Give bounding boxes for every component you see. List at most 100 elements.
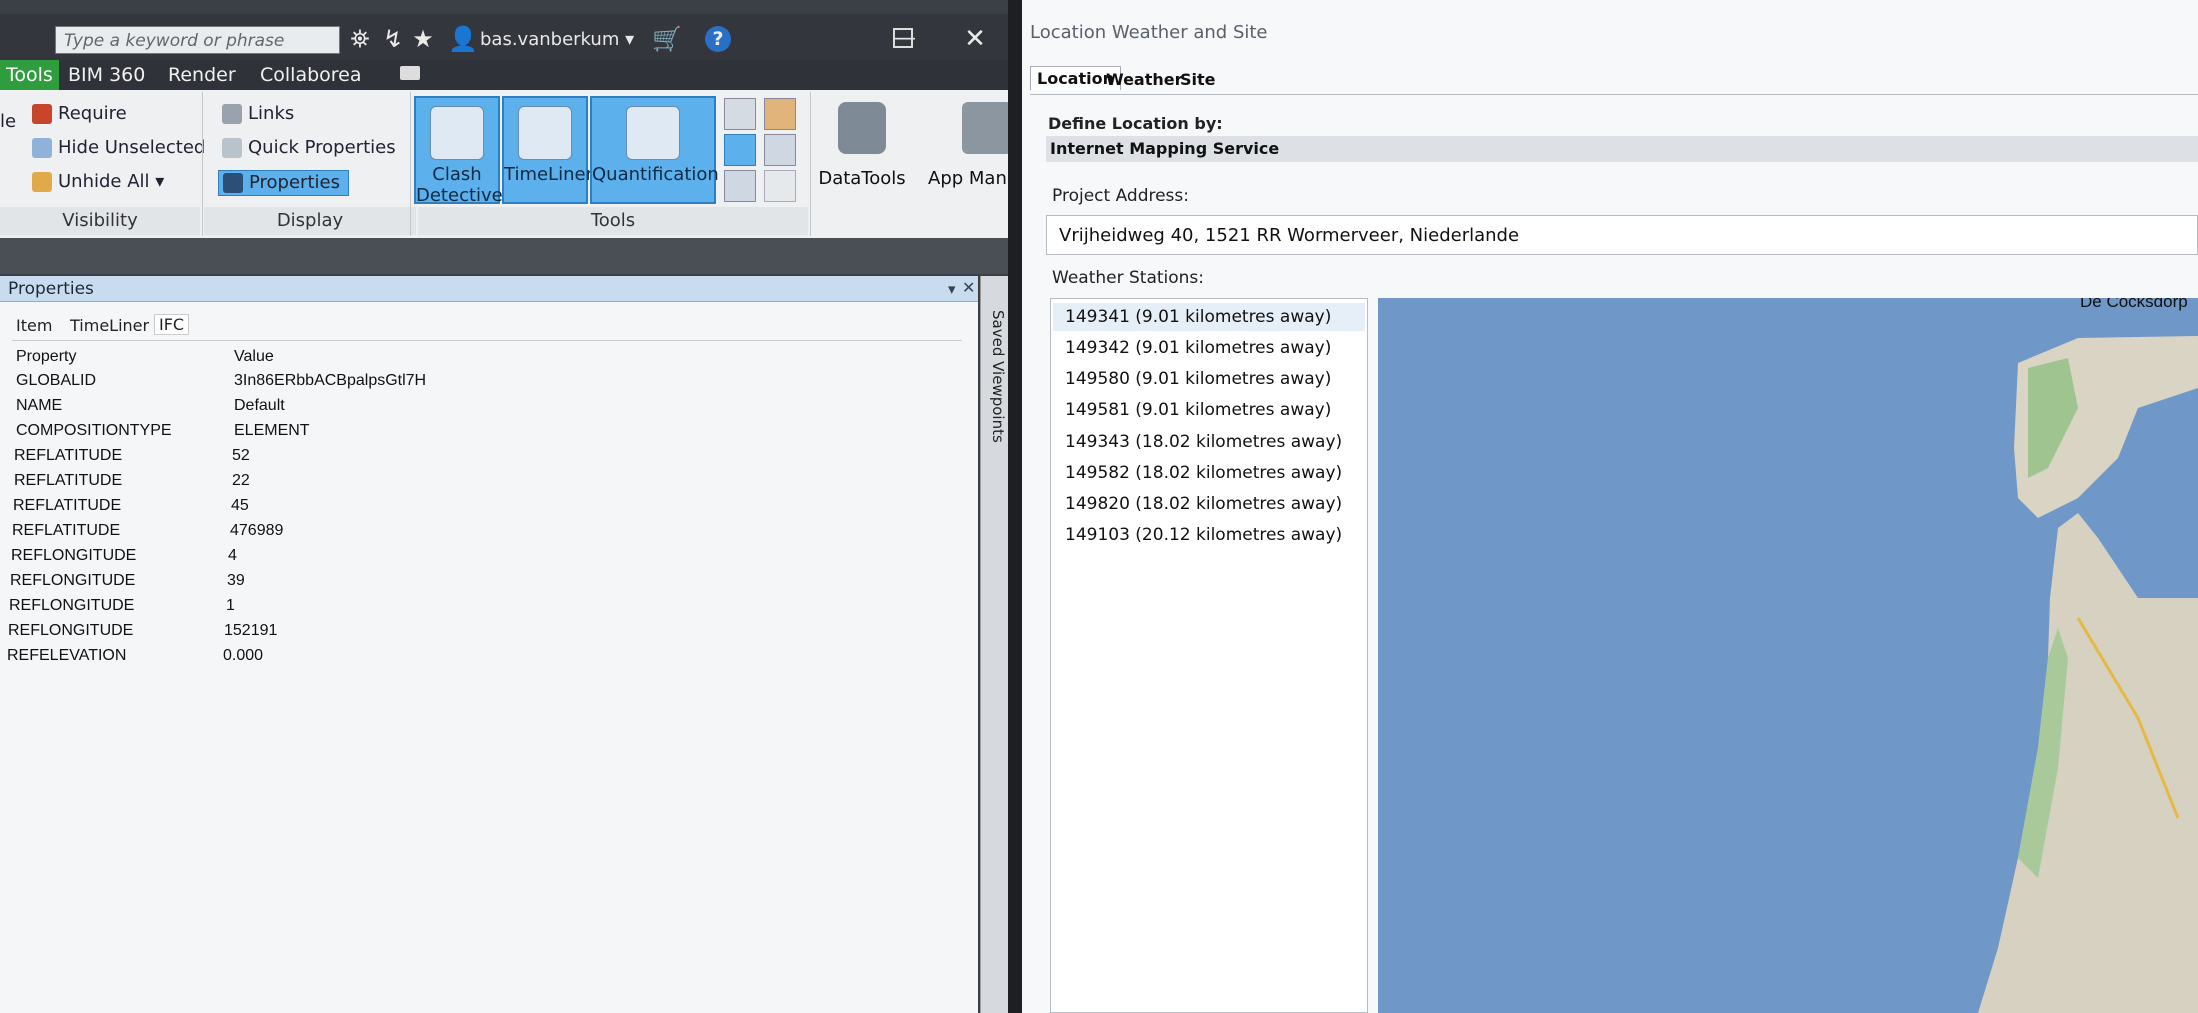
- tool-small-icon[interactable]: [724, 98, 756, 130]
- saved-viewpoints-tab[interactable]: Saved Viewpoints: [980, 276, 1009, 1013]
- list-item[interactable]: 149342 (9.01 kilometres away): [1065, 338, 1331, 358]
- quick-properties-label: Quick Properties: [248, 137, 396, 158]
- quick-properties-button[interactable]: Quick Properties: [222, 136, 396, 160]
- links-icon: [222, 104, 242, 124]
- subscription-icon[interactable]: ↯: [378, 24, 408, 54]
- hide-unselected-label: Hide Unselected: [58, 137, 206, 158]
- toolbar-strip: [0, 238, 1012, 274]
- links-label: Links: [248, 103, 295, 124]
- tab-bim360[interactable]: BIM 360: [58, 60, 155, 90]
- quantification-icon: [626, 106, 680, 160]
- hide-unselected-icon: [32, 138, 52, 158]
- column-header-value: Value: [234, 348, 274, 365]
- property-name: REFLONGITUDE: [10, 572, 136, 589]
- property-value: 476989: [230, 522, 284, 539]
- property-value: 52: [232, 447, 250, 464]
- property-name: REFLATITUDE: [13, 497, 122, 514]
- property-name: REFLONGITUDE: [11, 547, 137, 564]
- weather-stations-list[interactable]: 149341 (9.01 kilometres away) 149342 (9.…: [1050, 298, 1368, 1013]
- tab-timeliner[interactable]: TimeLiner: [70, 316, 149, 335]
- properties-title: Properties: [8, 279, 94, 299]
- binoculars-icon[interactable]: ⛯: [345, 24, 375, 54]
- property-value: 39: [227, 572, 245, 589]
- timeliner-button[interactable]: TimeLiner: [502, 96, 593, 204]
- property-value: 152191: [224, 622, 278, 639]
- timeliner-icon: [518, 106, 572, 160]
- user-menu[interactable]: bas.vanberkum ▾: [480, 26, 634, 54]
- ribbon-options-icon[interactable]: [400, 66, 420, 80]
- property-name: REFLATITUDE: [14, 447, 123, 464]
- project-address-input[interactable]: Vrijheidweg 40, 1521 RR Wormerveer, Nied…: [1046, 215, 2198, 255]
- tool-small-icon[interactable]: [764, 98, 796, 130]
- tab-collaborea[interactable]: Collaborea: [250, 60, 372, 90]
- map-land-shapes: [1978, 336, 2198, 1013]
- tool-small-icon[interactable]: [764, 170, 796, 202]
- list-item[interactable]: 149581 (9.01 kilometres away): [1065, 400, 1331, 420]
- property-name: REFLONGITUDE: [9, 597, 135, 614]
- properties-button[interactable]: Properties: [218, 170, 349, 196]
- close-button[interactable]: ✕: [960, 24, 990, 54]
- property-name: GLOBALID: [16, 372, 97, 389]
- properties-label: Properties: [249, 172, 340, 193]
- tab-ifc[interactable]: IFC: [154, 314, 190, 335]
- quick-properties-icon: [222, 138, 242, 158]
- hide-unselected-button[interactable]: Hide Unselected: [32, 136, 205, 160]
- project-address-label: Project Address:: [1052, 186, 1189, 206]
- property-value: 0.000: [223, 647, 264, 664]
- separator: [410, 92, 411, 236]
- maximize-icon[interactable]: [893, 28, 913, 48]
- datatools-button[interactable]: DataTools: [812, 96, 912, 204]
- user-icon: 👤: [448, 25, 478, 53]
- divider: [1030, 94, 2198, 95]
- tab-render[interactable]: Render: [158, 60, 246, 90]
- property-name: NAME: [16, 397, 63, 414]
- list-item[interactable]: 149580 (9.01 kilometres away): [1065, 369, 1331, 389]
- quantification-button[interactable]: Quantification: [590, 96, 719, 204]
- property-value: 1: [226, 597, 235, 614]
- saved-viewpoints-label: Saved Viewpoints: [989, 310, 1007, 443]
- property-name: REFLATITUDE: [12, 522, 121, 539]
- map-view[interactable]: De Cocksdorp: [1378, 298, 2198, 1013]
- links-button[interactable]: Links: [222, 102, 294, 126]
- pin-icon[interactable]: ▾: [948, 280, 956, 298]
- weather-stations-label: Weather Stations:: [1052, 268, 1205, 288]
- property-value: Default: [234, 397, 285, 414]
- define-location-label: Define Location by:: [1048, 114, 1223, 133]
- clash-detective-button[interactable]: Clash Detective: [414, 96, 503, 206]
- list-item[interactable]: 149103 (20.12 kilometres away): [1065, 525, 1342, 545]
- search-input[interactable]: Type a keyword or phrase: [55, 26, 340, 54]
- define-location-select[interactable]: Internet Mapping Service: [1046, 136, 2198, 162]
- property-value: 3In86ERbbACBpalpsGtl7H: [234, 372, 427, 389]
- require-button[interactable]: Require: [32, 102, 127, 126]
- tool-small-icon[interactable]: [724, 134, 756, 166]
- datatools-label: DataTools: [818, 168, 906, 189]
- cart-icon[interactable]: 🛒: [652, 24, 682, 54]
- list-item[interactable]: 149582 (18.02 kilometres away): [1065, 463, 1342, 483]
- tool-small-icon[interactable]: [764, 134, 796, 166]
- tab-site[interactable]: Site: [1180, 70, 1216, 89]
- dialog-title: Location Weather and Site: [1030, 22, 1268, 43]
- list-item[interactable]: 149343 (18.02 kilometres away): [1065, 432, 1342, 452]
- unhide-all-button[interactable]: Unhide All ▾: [32, 170, 164, 194]
- app-manager-button[interactable]: App Mana: [920, 96, 1012, 204]
- tool-small-icon[interactable]: [724, 170, 756, 202]
- property-name: REFLATITUDE: [14, 472, 123, 489]
- tab-tools[interactable]: Tools: [0, 60, 59, 90]
- user-name: bas.vanberkum: [480, 29, 620, 50]
- help-icon[interactable]: ?: [705, 26, 731, 52]
- group-label-tools: Tools: [418, 207, 808, 235]
- list-item[interactable]: 149341 (9.01 kilometres away): [1065, 307, 1331, 327]
- star-icon[interactable]: ★: [408, 24, 438, 54]
- close-icon[interactable]: ✕: [962, 278, 975, 297]
- group-label-visibility: Visibility: [0, 207, 200, 235]
- tab-weather[interactable]: Weather: [1106, 70, 1183, 89]
- timeliner-label: TimeLiner: [504, 164, 593, 185]
- separator: [202, 92, 203, 236]
- app-manager-label: App Mana: [928, 168, 1012, 189]
- window-divider: [1008, 0, 1022, 1013]
- tab-item[interactable]: Item: [16, 316, 52, 335]
- map-label-decocksdorp: De Cocksdorp: [2080, 298, 2188, 311]
- column-header-property: Property: [16, 348, 77, 365]
- list-item[interactable]: 149820 (18.02 kilometres away): [1065, 494, 1342, 514]
- property-name: REFELEVATION: [7, 647, 127, 664]
